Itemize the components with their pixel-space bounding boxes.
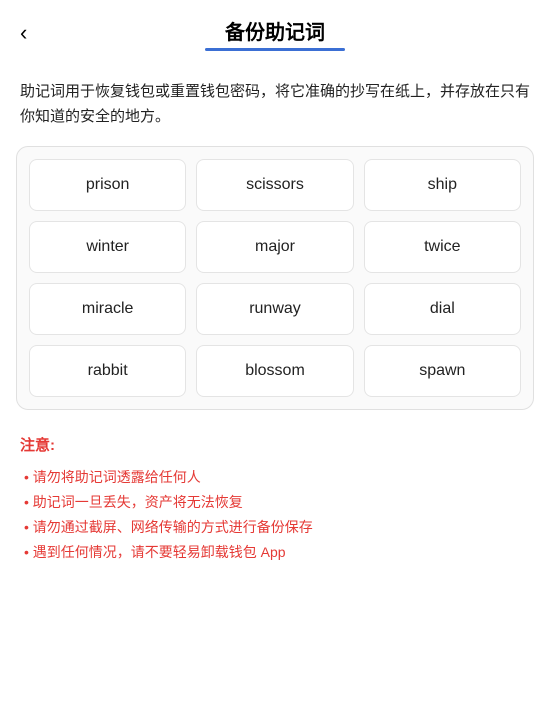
mnemonic-cell: scissors	[196, 159, 353, 211]
title-underline	[205, 48, 345, 51]
mnemonic-cell: major	[196, 221, 353, 273]
mnemonic-grid-wrapper: prisonscissorsship wintermajortwice miracl…	[16, 146, 534, 410]
header: ‹ 备份助记词	[0, 0, 550, 59]
mnemonic-cell: twice	[364, 221, 521, 273]
notice-title: 注意:	[20, 434, 530, 455]
mnemonic-cell: miracle	[29, 283, 186, 335]
mnemonic-cell: blossom	[196, 345, 353, 397]
notice-item: 遇到任何情况，请不要轻易卸载钱包 App	[20, 540, 530, 565]
mnemonic-cell: runway	[196, 283, 353, 335]
title-wrapper: 备份助记词	[205, 16, 345, 51]
mnemonic-cell: dial	[364, 283, 521, 335]
mnemonic-cell: rabbit	[29, 345, 186, 397]
mnemonic-cell: ship	[364, 159, 521, 211]
notice-items: 请勿将助记词透露给任何人助记词一旦丢失，资产将无法恢复请勿通过截屏、网络传输的方…	[20, 465, 530, 566]
notice-item: 请勿通过截屏、网络传输的方式进行备份保存	[20, 515, 530, 540]
mnemonic-cell: prison	[29, 159, 186, 211]
page-title: 备份助记词	[225, 16, 325, 45]
notice-item: 请勿将助记词透露给任何人	[20, 465, 530, 490]
back-button[interactable]: ‹	[20, 22, 27, 44]
description-text: 助记词用于恢复钱包或重置钱包密码，将它准确的抄写在纸上，并存放在只有你知道的安全…	[0, 59, 550, 146]
mnemonic-grid: prisonscissorsship wintermajortwice miracl…	[29, 159, 521, 397]
notice-item: 助记词一旦丢失，资产将无法恢复	[20, 490, 530, 515]
mnemonic-cell: winter	[29, 221, 186, 273]
notice-section: 注意: 请勿将助记词透露给任何人助记词一旦丢失，资产将无法恢复请勿通过截屏、网络…	[0, 410, 550, 586]
mnemonic-cell: spawn	[364, 345, 521, 397]
